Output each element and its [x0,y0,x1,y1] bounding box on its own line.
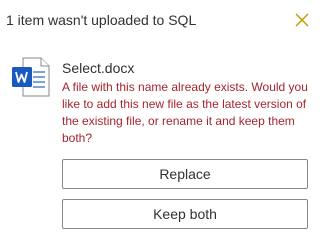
keep-both-button[interactable]: Keep both [62,199,308,229]
close-icon [295,13,309,27]
close-button[interactable] [294,12,310,28]
conflict-message: A file with this name already exists. Wo… [62,80,308,145]
file-name: Select.docx [62,60,135,76]
replace-button[interactable]: Replace [62,159,308,189]
word-document-icon [11,57,51,97]
upload-conflict-dialog: 1 item wasn't uploaded to SQL Select.doc… [0,0,312,236]
dialog-title: 1 item wasn't uploaded to SQL [6,12,197,28]
